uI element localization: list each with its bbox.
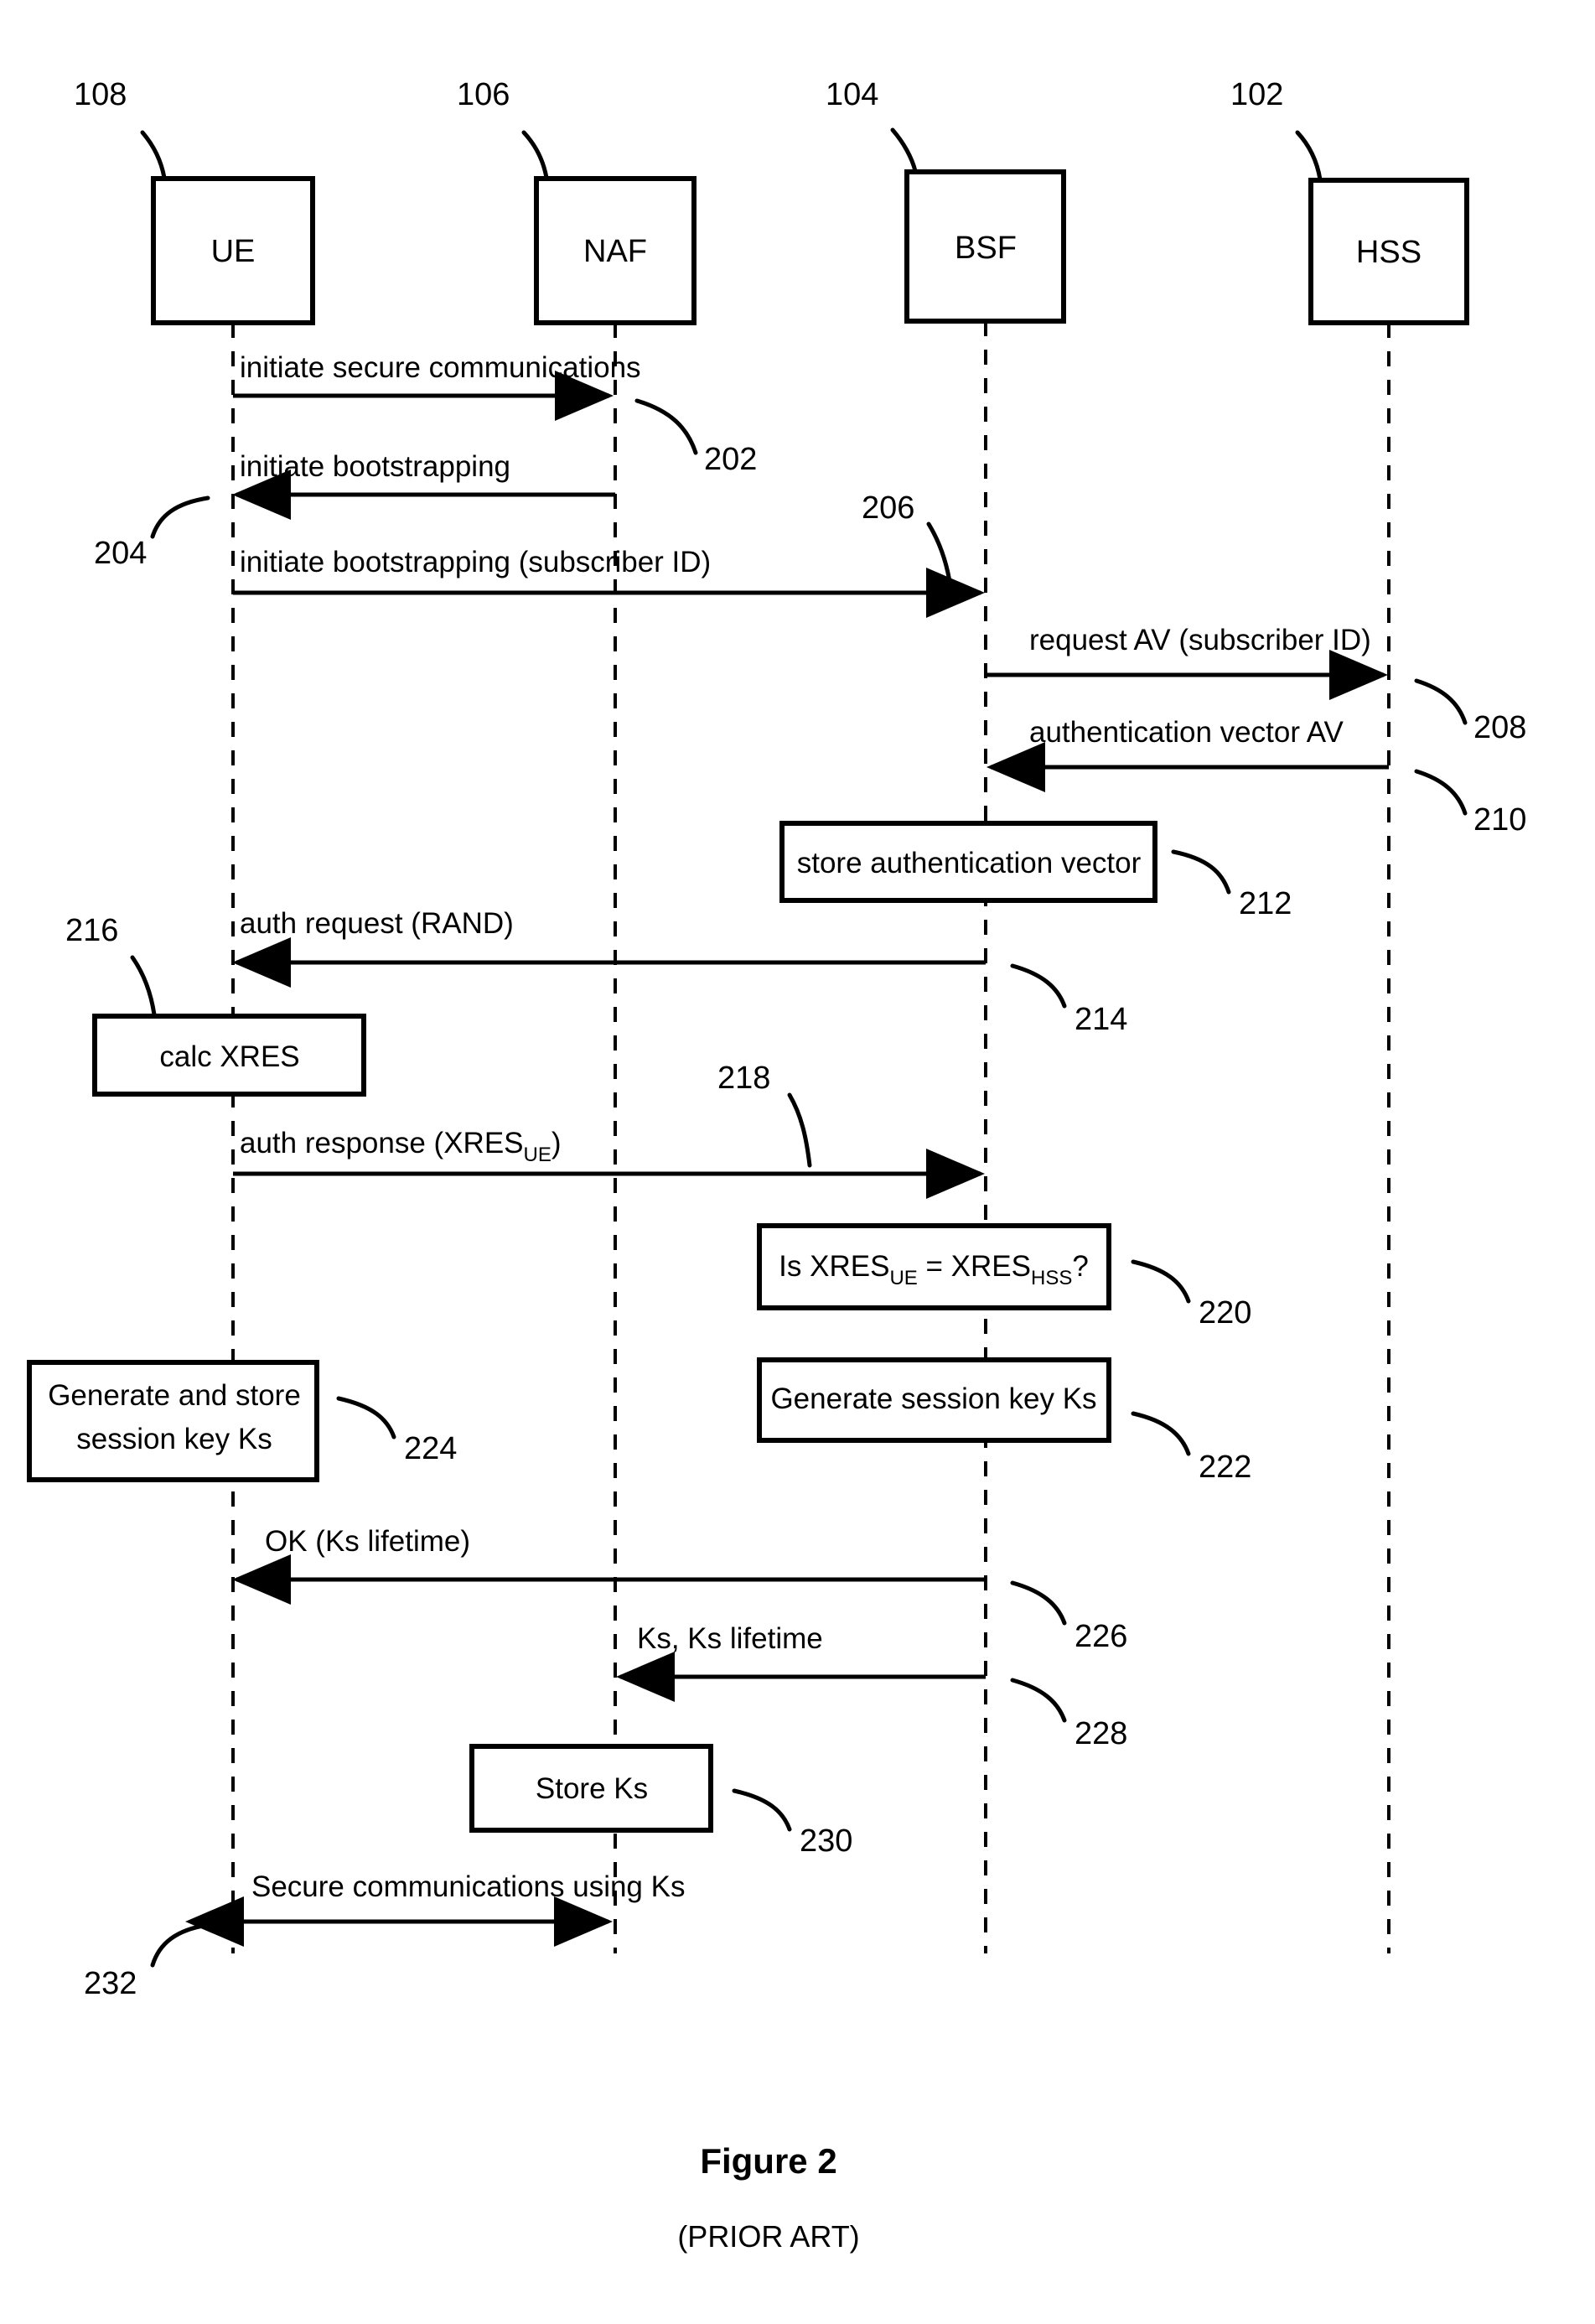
message-label-218-sub: UE <box>524 1144 552 1166</box>
lifeline-hss: HSS 102 <box>1230 77 1469 1953</box>
node-label-ue: UE <box>211 234 256 269</box>
node-label-naf: NAF <box>583 234 647 269</box>
ref-number-212: 212 <box>1239 886 1292 921</box>
action-box-230: Store Ks 230 <box>469 1744 852 1859</box>
message-206: initiate bootstrapping (subscriber ID) 2… <box>233 490 985 618</box>
ref-number-218: 218 <box>717 1061 770 1096</box>
leader-line-220 <box>1131 1259 1191 1304</box>
ref-number-230: 230 <box>800 1823 852 1859</box>
ref-number-208: 208 <box>1473 710 1526 745</box>
action-box-label-216: calc XRES <box>159 1040 299 1073</box>
message-232: Secure communications using Ks 232 <box>84 1870 685 2001</box>
message-label-204: initiate bootstrapping <box>240 450 510 483</box>
action-box-label-224-line1: Generate and store <box>48 1379 301 1412</box>
action-box-label-212: store authentication vector <box>797 847 1142 879</box>
message-214: auth request (RAND) 214 <box>232 907 1127 1037</box>
message-label-206: initiate bootstrapping (subscriber ID) <box>240 546 711 578</box>
action-box-224: Generate and store session key Ks 224 <box>27 1360 457 1482</box>
leader-line-106 <box>521 130 549 180</box>
message-label-218: auth response (XRESUE) <box>240 1127 562 1166</box>
message-label-210: authentication vector AV <box>1029 716 1344 749</box>
leader-line-214 <box>1010 963 1067 1009</box>
leader-line-210 <box>1414 769 1468 816</box>
ref-number-204: 204 <box>94 536 147 571</box>
ref-number-216: 216 <box>65 913 118 948</box>
message-label-218-tail: ) <box>552 1127 562 1159</box>
message-label-218-main: auth response (XRES <box>240 1127 524 1159</box>
figure-title: Figure 2 <box>700 2141 836 2181</box>
leader-line-216 <box>130 955 157 1017</box>
action-box-label-222: Generate session key Ks <box>770 1382 1096 1415</box>
leader-line-228 <box>1010 1678 1067 1723</box>
leader-line-206 <box>926 521 953 589</box>
ref-number-210: 210 <box>1473 802 1526 838</box>
action-box-220: Is XRESUE = XRESHSS? 220 <box>757 1223 1251 1331</box>
ref-number-206: 206 <box>862 490 914 526</box>
lifeline-bsf: BSF 104 <box>826 77 1066 1953</box>
leader-line-204 <box>150 495 210 539</box>
action-box-222: Generate session key Ks 222 <box>757 1357 1251 1485</box>
message-label-232: Secure communications using Ks <box>251 1870 685 1903</box>
ref-number-220: 220 <box>1199 1295 1251 1331</box>
formula-mid: = XRES <box>918 1250 1031 1283</box>
leader-line-102 <box>1295 130 1323 182</box>
ref-number-222: 222 <box>1199 1450 1251 1485</box>
action-box-212: store authentication vector 212 <box>779 821 1292 921</box>
message-label-228: Ks, Ks lifetime <box>637 1622 823 1655</box>
formula-post: ? <box>1072 1250 1088 1283</box>
leader-line-226 <box>1010 1580 1067 1626</box>
node-label-hss: HSS <box>1356 235 1422 270</box>
ref-number-214: 214 <box>1075 1002 1127 1037</box>
action-box-216: calc XRES 216 <box>65 913 366 1097</box>
ref-number-226: 226 <box>1075 1619 1127 1654</box>
leader-line-222 <box>1131 1411 1191 1456</box>
message-210: authentication vector AV 210 <box>987 716 1526 838</box>
action-box-label-230: Store Ks <box>536 1772 648 1805</box>
ref-number-232: 232 <box>84 1966 137 2001</box>
leader-line-218 <box>787 1092 812 1168</box>
leader-line-104 <box>890 127 918 174</box>
action-box-label-224-line2: session key Ks <box>76 1423 272 1455</box>
sequence-diagram: UE 108 NAF 106 BSF 104 HSS 102 initiate … <box>27 77 1526 2254</box>
message-label-214: auth request (RAND) <box>240 907 514 940</box>
ref-number-108: 108 <box>74 77 127 112</box>
patent-figure: UE 108 NAF 106 BSF 104 HSS 102 initiate … <box>0 0 1595 2324</box>
formula-pre: Is XRES <box>779 1250 889 1283</box>
leader-line-202 <box>634 398 698 455</box>
message-228: Ks, Ks lifetime 228 <box>616 1622 1127 1751</box>
ref-number-228: 228 <box>1075 1716 1127 1751</box>
message-label-226: OK (Ks lifetime) <box>265 1525 470 1558</box>
message-label-202: initiate secure communications <box>240 351 641 384</box>
ref-number-104: 104 <box>826 77 878 112</box>
leader-line-108 <box>140 130 167 180</box>
leader-line-224 <box>336 1396 396 1440</box>
leader-line-208 <box>1414 678 1468 725</box>
formula-sub2: HSS <box>1031 1267 1072 1289</box>
node-label-bsf: BSF <box>955 231 1017 266</box>
ref-number-106: 106 <box>457 77 510 112</box>
leader-line-212 <box>1171 849 1231 895</box>
message-label-208: request AV (subscriber ID) <box>1029 624 1371 656</box>
ref-number-202: 202 <box>704 442 757 477</box>
figure-subtitle: (PRIOR ART) <box>677 2219 859 2254</box>
leader-line-230 <box>732 1788 792 1832</box>
ref-number-102: 102 <box>1230 77 1283 112</box>
formula-sub1: UE <box>889 1267 917 1289</box>
ref-number-224: 224 <box>404 1431 457 1466</box>
leader-line-232 <box>150 1922 210 1968</box>
